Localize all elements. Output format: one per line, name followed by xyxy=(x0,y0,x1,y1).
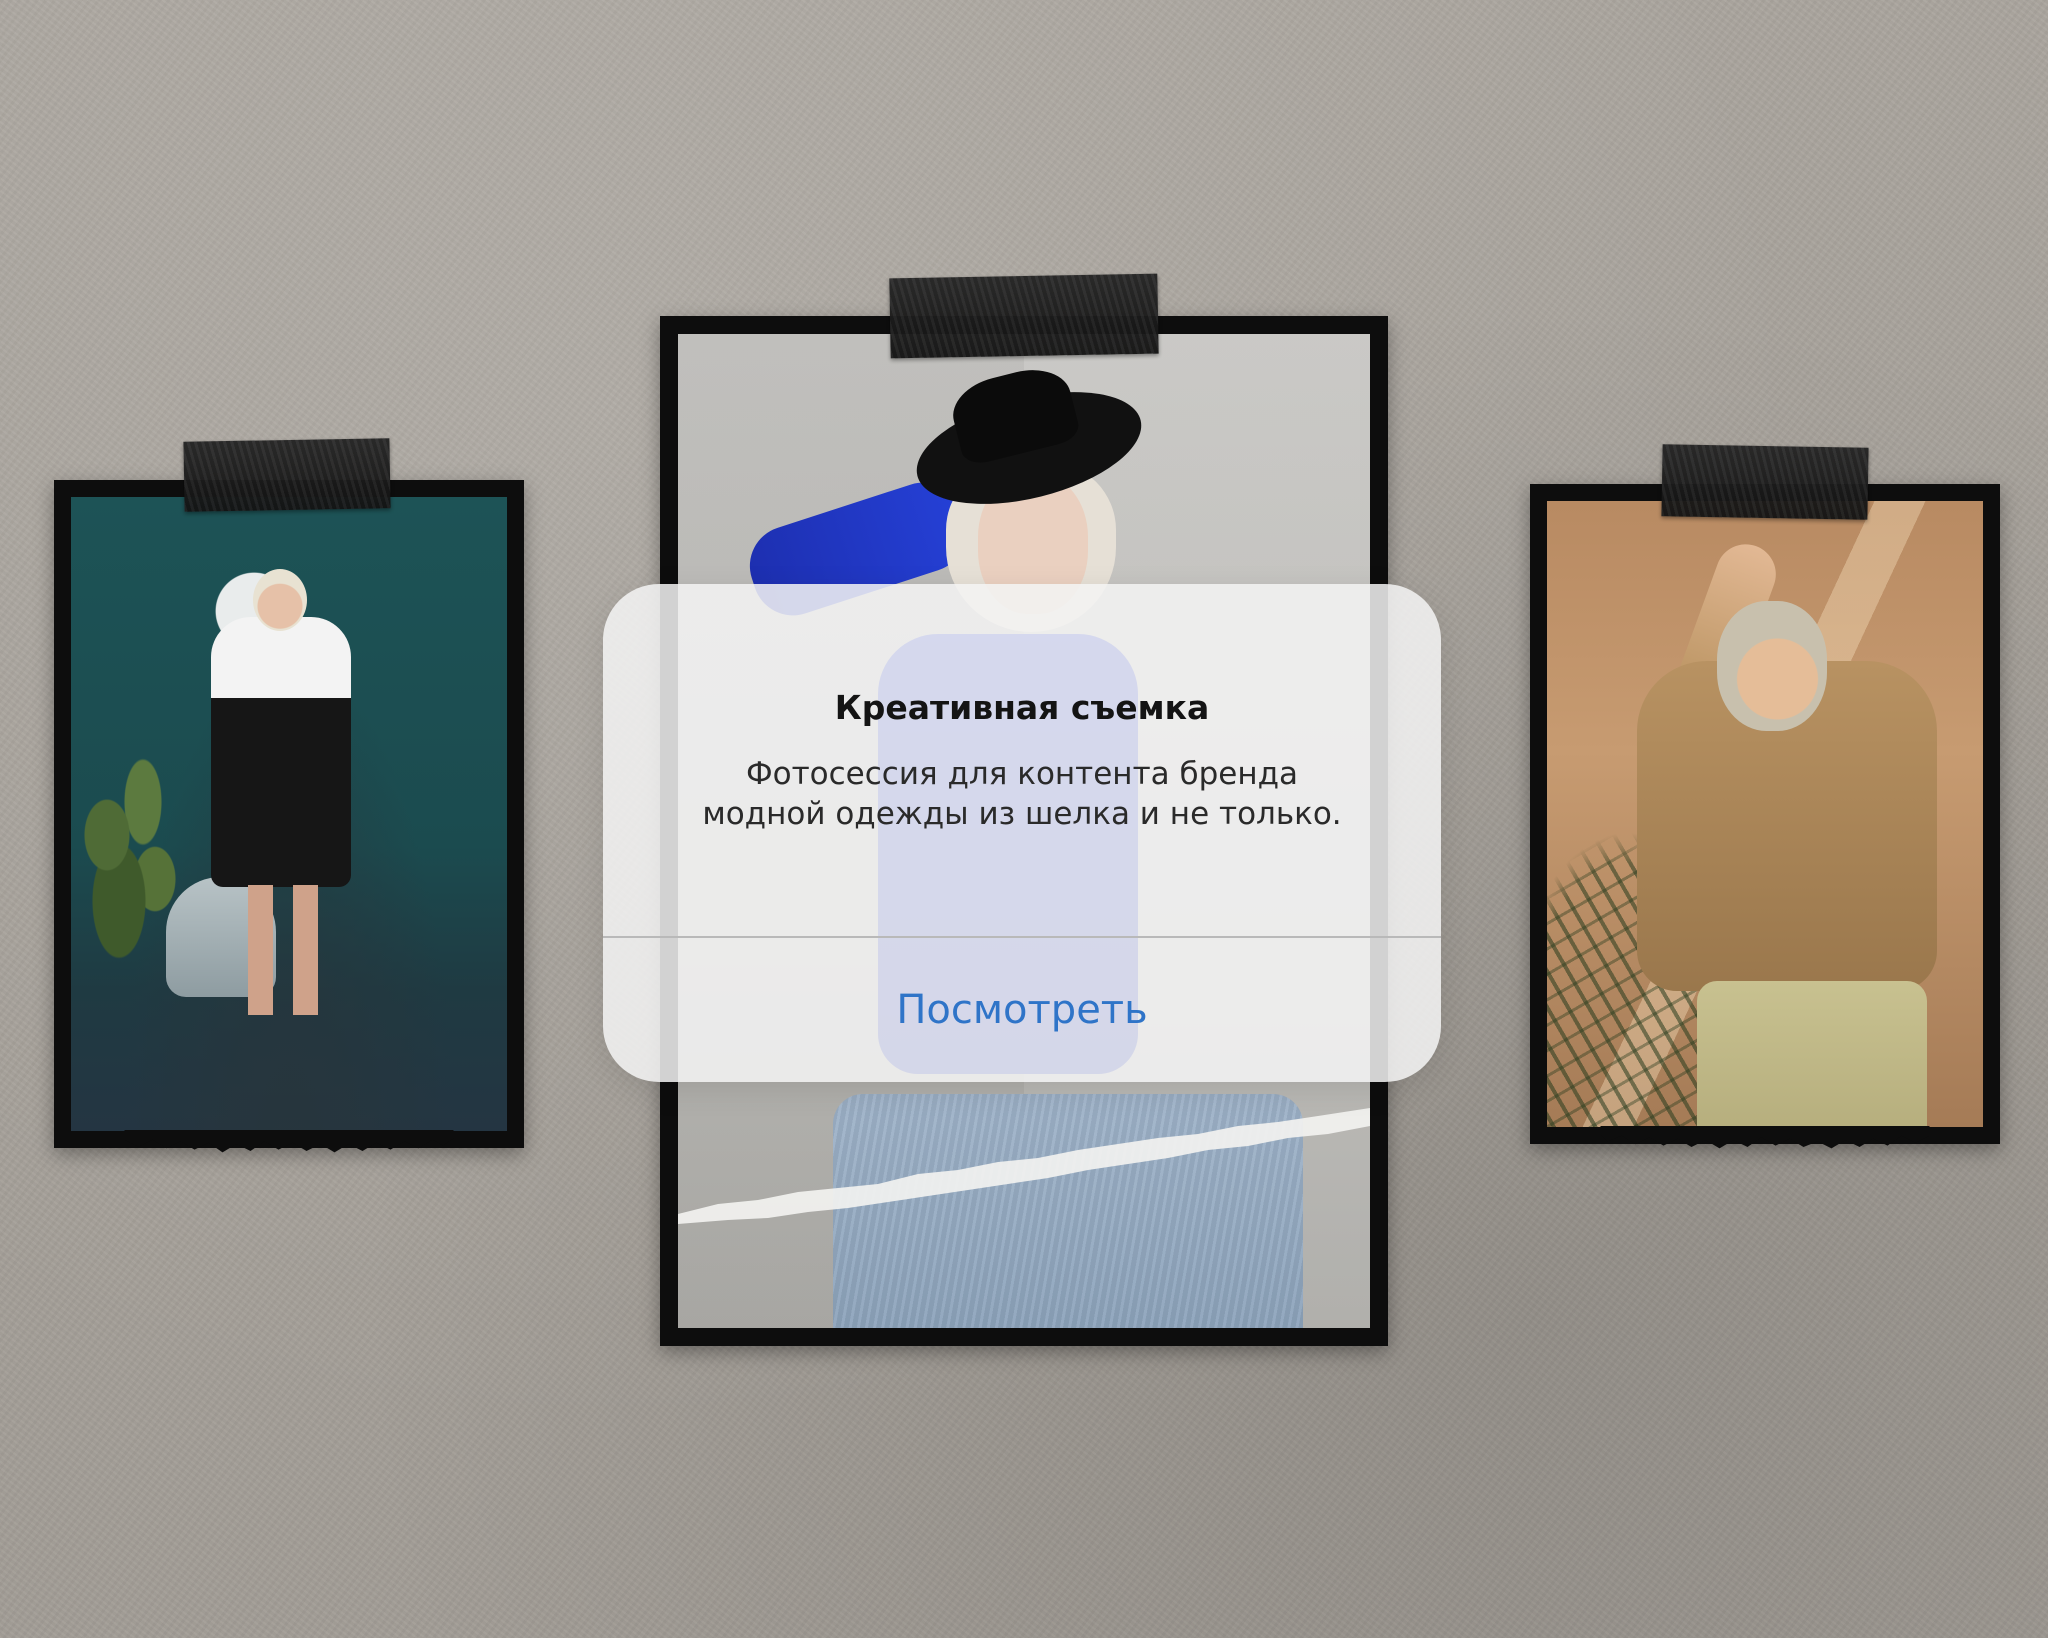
torn-edge-right xyxy=(1600,1126,1930,1149)
view-button[interactable]: Посмотреть xyxy=(603,938,1441,1082)
dialog-message-line-2: модной одежды из шелка и не только. xyxy=(702,796,1342,832)
torn-edge-left xyxy=(124,1130,454,1153)
dialog-message: Фотосессия для контента бренда модной од… xyxy=(643,754,1401,834)
figure-body-shape xyxy=(211,617,351,887)
photo-frame-right xyxy=(1530,444,2000,1149)
torn-paper-strip xyxy=(678,1108,1370,1224)
dialog-title: Креативная съемка xyxy=(834,688,1210,727)
skirt-shape xyxy=(1697,981,1927,1127)
figure-legs-shape xyxy=(239,885,329,1015)
figure-head-shape xyxy=(253,569,307,631)
photo-right-image xyxy=(1547,501,1983,1127)
photo-frame-left xyxy=(54,438,524,1153)
tape-strip-left xyxy=(183,438,391,512)
tape-strip-center xyxy=(889,273,1159,359)
head-shape xyxy=(1717,601,1827,731)
dialog-message-line-1: Фотосессия для контента бренда xyxy=(745,756,1299,792)
photo-left-image xyxy=(71,497,507,1131)
alert-dialog: Креативная съемка Фотосессия для контент… xyxy=(603,584,1441,1082)
tape-strip-right xyxy=(1661,444,1869,520)
